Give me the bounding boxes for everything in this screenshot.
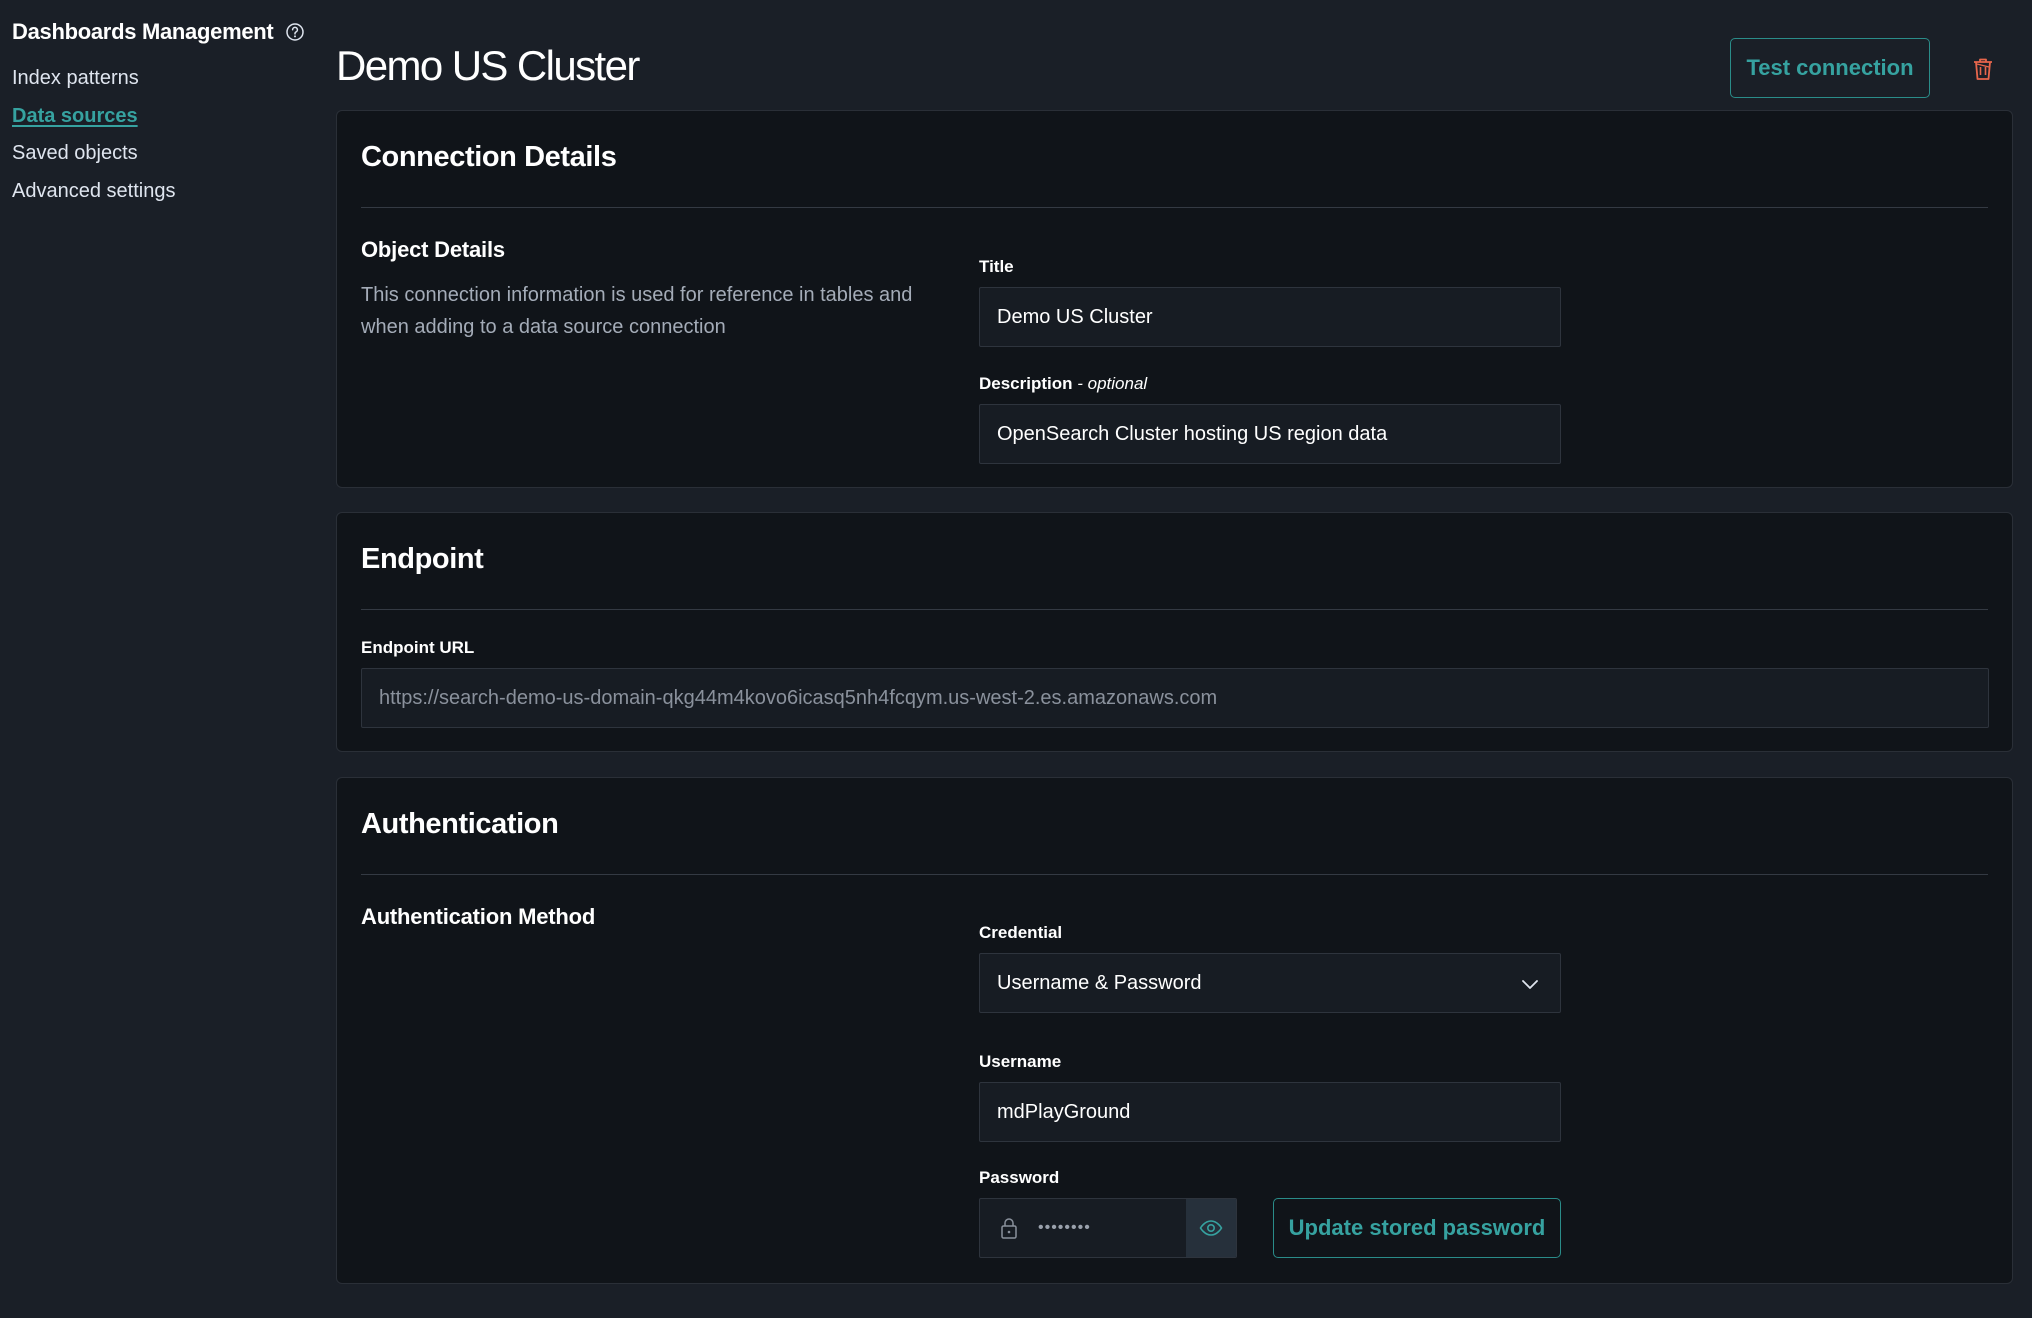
endpoint-url-label: Endpoint URL [361,638,475,657]
sidebar-item-saved-objects[interactable]: Saved objects [12,141,312,179]
divider [361,609,1988,610]
password-input[interactable]: •••••••• [1038,1199,1186,1257]
description-input[interactable]: OpenSearch Cluster hosting US region dat… [979,404,1561,464]
update-stored-password-button[interactable]: Update stored password [1273,1198,1561,1258]
description-label: Description - optional [979,374,1147,394]
object-details-description: This connection information is used for … [361,284,913,338]
chevron-down-icon [1522,980,1538,989]
optional-hint: - optional [1072,374,1148,393]
credential-select[interactable]: Username & Password [979,953,1561,1013]
help-icon[interactable] [285,22,305,42]
divider [361,207,1988,208]
sidebar-title: Dashboards Management [12,19,274,44]
sidebar-header: Dashboards Management [12,18,312,46]
endpoint-panel: Endpoint Endpoint URL https://search-dem… [336,512,2013,752]
authentication-method-title: Authentication Method [361,904,596,929]
connection-details-panel: Connection Details Object Details This c… [336,110,2013,488]
test-connection-button[interactable]: Test connection [1730,38,1930,98]
credential-selected-value: Username & Password [997,971,1202,994]
description-label-text: Description [979,374,1073,393]
authentication-title: Authentication [361,808,559,840]
trash-icon [1974,58,1992,80]
connection-details-title: Connection Details [361,141,617,173]
sidebar-nav: Index patterns Data sources Saved object… [12,66,312,216]
username-input[interactable]: mdPlayGround [979,1082,1561,1142]
delete-button[interactable] [1968,54,1998,84]
endpoint-url-input[interactable]: https://search-demo-us-domain-qkg44m4kov… [361,668,1989,728]
sidebar-item-advanced-settings[interactable]: Advanced settings [12,179,312,217]
divider [361,874,1988,875]
endpoint-title: Endpoint [361,543,484,575]
title-input[interactable]: Demo US Cluster [979,287,1561,347]
sidebar-item-data-sources[interactable]: Data sources [12,104,312,142]
credential-label: Credential [979,923,1063,942]
password-field[interactable]: •••••••• [979,1198,1237,1258]
lock-icon [980,1199,1038,1257]
username-label: Username [979,1052,1062,1071]
authentication-panel: Authentication Authentication Method Cre… [336,777,2013,1284]
sidebar-item-index-patterns[interactable]: Index patterns [12,66,312,104]
sidebar: Dashboards Management Index patterns Dat… [12,18,312,216]
page-title: Demo US Cluster [336,42,640,89]
title-label: Title [979,257,1014,276]
object-details-title: Object Details [361,237,505,262]
password-label: Password [979,1168,1060,1187]
eye-icon[interactable] [1186,1199,1236,1257]
